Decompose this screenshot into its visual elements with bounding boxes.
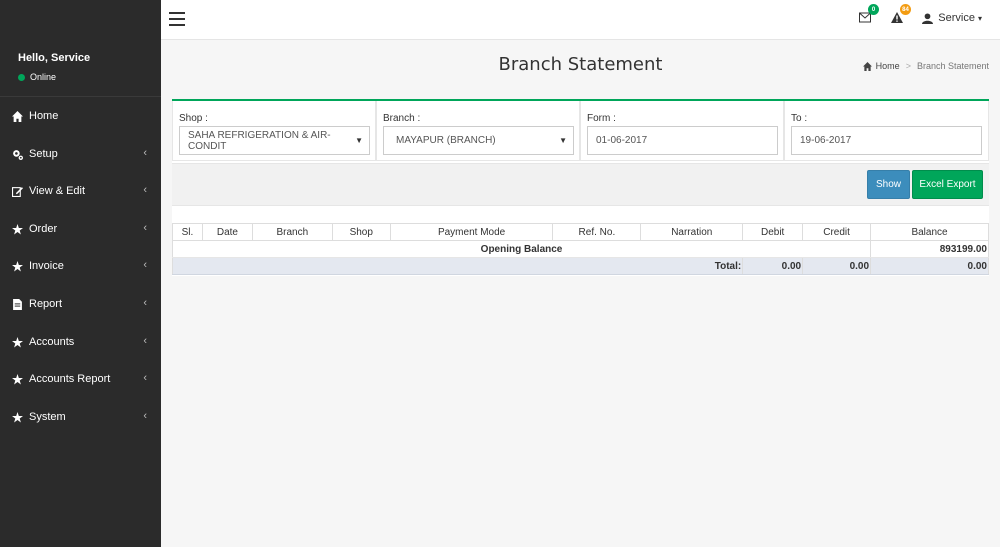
user-greeting: Hello, Service — [18, 52, 91, 64]
chevron-left-icon: ‹ — [143, 372, 147, 384]
branch-select-value: MAYAPUR (BRANCH) — [396, 135, 496, 146]
shop-select-value: SAHA REFRIGERATION & AIR-CONDIT — [188, 129, 331, 152]
sidebar-item-accounts[interactable]: Accounts ‹ — [0, 327, 161, 357]
sidebar-item-report[interactable]: Report ‹ — [0, 289, 161, 319]
sidebar-item-setup[interactable]: Setup ‹ — [0, 139, 161, 169]
breadcrumb-home-link[interactable]: Home — [876, 61, 900, 71]
sidebar-item-label: Accounts Report — [29, 373, 111, 385]
shop-filter: Shop : SAHA REFRIGERATION & AIR-CONDIT ▼ — [172, 101, 376, 161]
from-date-label: Form : — [587, 113, 616, 124]
chevron-left-icon: ‹ — [143, 297, 147, 309]
alerts-badge: 84 — [900, 4, 911, 15]
column-header: Ref. No. — [552, 223, 642, 241]
to-date-value: 19-06-2017 — [800, 135, 852, 146]
column-header: Credit — [802, 223, 872, 241]
star-icon — [11, 373, 23, 385]
column-header: Date — [201, 223, 253, 241]
total-row: Total: 0.00 0.00 0.00 — [171, 257, 989, 275]
breadcrumb-current: Branch Statement — [916, 61, 989, 71]
column-header: Branch — [251, 223, 333, 241]
chevron-left-icon: ‹ — [143, 259, 147, 271]
shop-select[interactable]: SAHA REFRIGERATION & AIR-CONDIT ▼ — [179, 126, 370, 155]
sidebar-item-label: Order — [29, 223, 58, 235]
sidebar-item-home[interactable]: Home — [0, 101, 161, 131]
sidebar-item-label: Report — [29, 298, 63, 310]
opening-balance-value: 893199.00 — [870, 240, 989, 258]
statement-box: Shop : SAHA REFRIGERATION & AIR-CONDIT ▼… — [171, 99, 989, 276]
statement-table: Sl. Date Branch Shop Payment Mode Ref. No. Nar… — [171, 223, 989, 275]
cogs-icon — [11, 148, 23, 160]
user-icon — [922, 12, 934, 24]
sidebar-item-label: Home — [29, 110, 59, 122]
from-date-filter: Form : 01-06-2017 — [580, 101, 784, 161]
show-button[interactable]: Show — [867, 170, 910, 199]
caret-down-icon: ▾ — [977, 13, 982, 23]
alerts-button[interactable]: 84 — [891, 4, 911, 26]
column-header: Sl. — [172, 223, 203, 241]
sidebar-item-label: Accounts — [29, 336, 75, 348]
shop-label: Shop : — [179, 113, 208, 124]
opening-balance-row: Opening Balance 893199.00 — [171, 240, 989, 258]
branch-filter: Branch : MAYAPUR (BRANCH) ▼ — [376, 101, 580, 161]
user-panel: Hello, Service Online — [0, 0, 161, 97]
branch-select[interactable]: MAYAPUR (BRANCH) ▼ — [383, 126, 574, 155]
topbar: 0 84 Service ▾ — [161, 0, 1000, 40]
from-date-input[interactable]: 01-06-2017 — [587, 126, 778, 155]
sidebar-item-order[interactable]: Order ‹ — [0, 214, 161, 244]
star-icon — [11, 411, 23, 423]
sidebar: Hello, Service Online Home Setup ‹ View & E… — [0, 0, 161, 547]
sidebar-item-label: View & Edit — [29, 185, 86, 197]
sidebar-item-system[interactable]: System ‹ — [0, 402, 161, 432]
to-date-label: To : — [791, 113, 808, 124]
action-bar: Show Excel Export — [172, 163, 989, 206]
column-header: Payment Mode — [389, 223, 554, 241]
user-menu-button[interactable]: Service ▾ — [922, 12, 982, 24]
sidebar-item-label: System — [29, 411, 66, 423]
user-status: Online — [18, 72, 161, 82]
messages-badge: 0 — [868, 4, 879, 15]
online-status-dot — [18, 73, 25, 81]
home-icon — [11, 110, 23, 122]
user-status-label: Online — [30, 72, 57, 82]
chevron-left-icon: ‹ — [143, 184, 147, 196]
chevron-left-icon: ‹ — [143, 410, 147, 422]
sidebar-item-label: Setup — [29, 148, 58, 160]
breadcrumb-separator: > — [905, 61, 911, 71]
table-header-row: Sl. Date Branch Shop Payment Mode Ref. No. Nar… — [172, 223, 989, 241]
caret-down-icon: ▼ — [559, 136, 567, 145]
messages-button[interactable]: 0 — [859, 4, 879, 26]
home-icon — [862, 61, 872, 71]
caret-down-icon: ▼ — [355, 136, 363, 145]
total-debit: 0.00 — [742, 257, 804, 275]
column-header: Debit — [742, 223, 804, 241]
total-credit: 0.00 — [802, 257, 872, 275]
to-date-filter: To : 19-06-2017 — [784, 101, 989, 161]
star-icon — [11, 260, 23, 272]
edit-icon — [11, 185, 23, 197]
star-icon — [11, 336, 23, 348]
sidebar-item-label: Invoice — [29, 260, 64, 272]
sidebar-item-invoice[interactable]: Invoice ‹ — [0, 251, 161, 281]
filter-row: Shop : SAHA REFRIGERATION & AIR-CONDIT ▼… — [172, 101, 989, 163]
sidebar-item-view-edit[interactable]: View & Edit ‹ — [0, 176, 161, 206]
sidebar-item-accounts-report[interactable]: Accounts Report ‹ — [0, 364, 161, 394]
column-header: Balance — [870, 223, 989, 241]
file-icon — [11, 298, 23, 310]
star-icon — [11, 223, 23, 235]
sidebar-toggle-button[interactable] — [169, 12, 185, 26]
from-date-value: 01-06-2017 — [596, 135, 648, 146]
column-header: Shop — [331, 223, 391, 241]
breadcrumb: Home > Branch Statement — [862, 61, 989, 71]
column-header: Narration — [640, 223, 744, 241]
to-date-input[interactable]: 19-06-2017 — [791, 126, 982, 155]
total-balance: 0.00 — [870, 257, 989, 275]
chevron-left-icon: ‹ — [143, 147, 147, 159]
chevron-left-icon: ‹ — [143, 335, 147, 347]
user-menu-label: Service — [938, 12, 975, 24]
chevron-left-icon: ‹ — [143, 222, 147, 234]
total-label: Total: — [171, 257, 744, 275]
branch-label: Branch : — [383, 113, 421, 124]
excel-export-button[interactable]: Excel Export — [912, 170, 983, 199]
opening-balance-label: Opening Balance — [171, 240, 872, 258]
